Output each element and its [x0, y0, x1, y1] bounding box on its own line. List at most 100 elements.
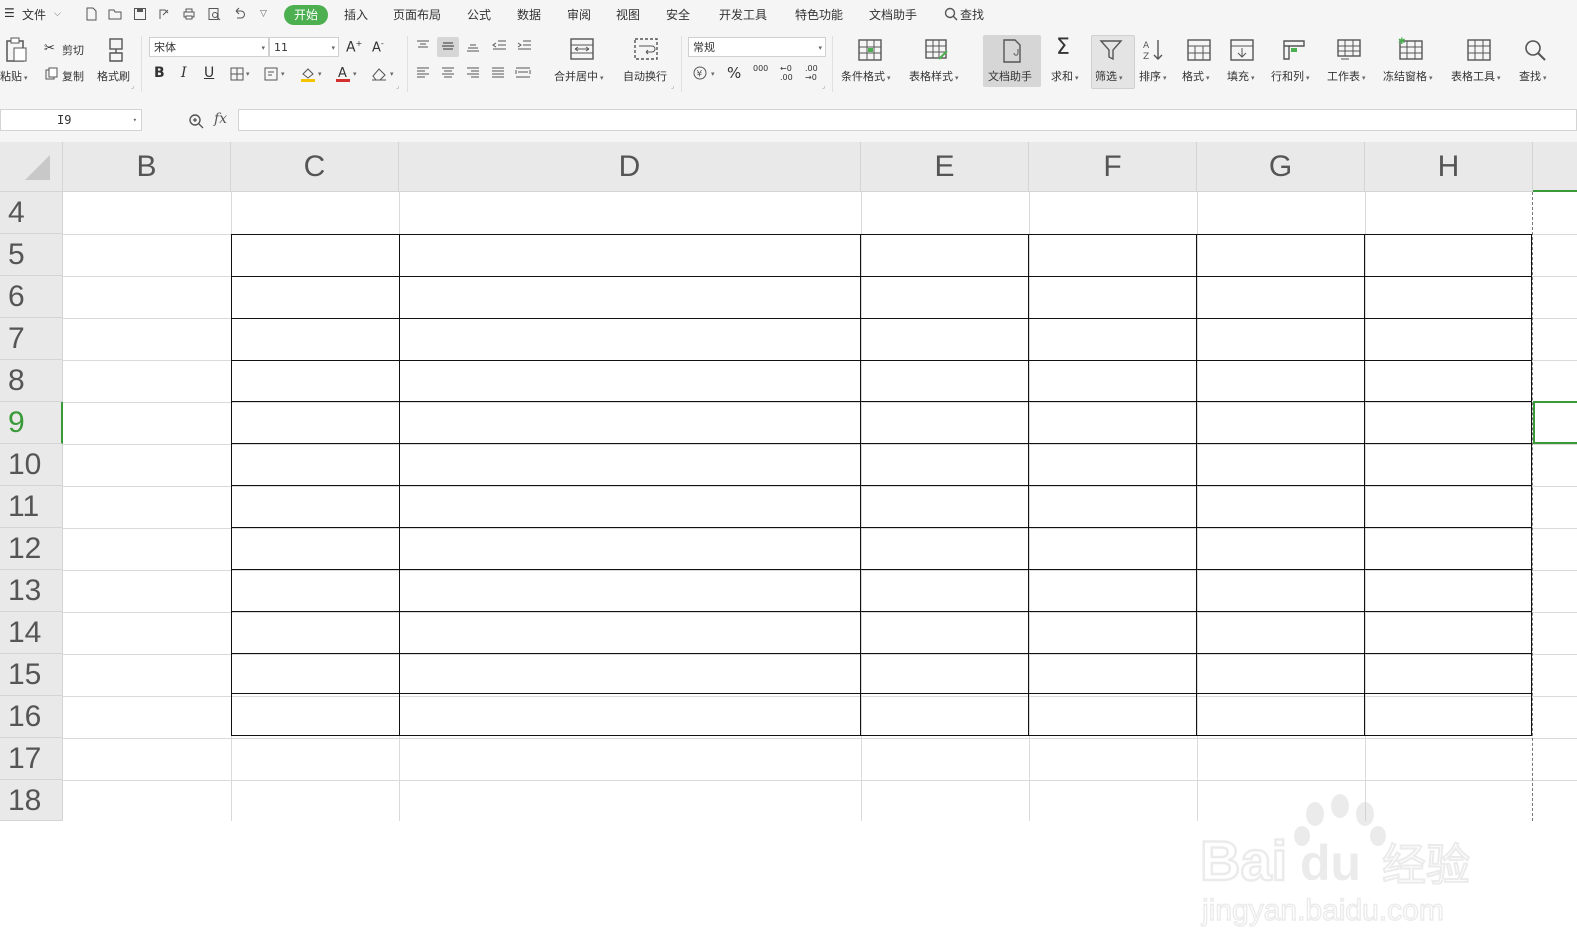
- justify-icon[interactable]: [491, 67, 505, 79]
- row-header[interactable]: 18: [0, 780, 63, 821]
- print-preview-icon[interactable]: [207, 7, 221, 21]
- cell-style-icon[interactable]: [264, 67, 279, 81]
- row-header[interactable]: 5: [0, 234, 63, 276]
- fill-color-icon[interactable]: [300, 66, 316, 82]
- undo-icon[interactable]: [232, 7, 246, 21]
- doc-assistant-button[interactable]: 文档助手: [988, 68, 1032, 84]
- borders-icon[interactable]: [230, 67, 244, 81]
- selected-cell[interactable]: [1533, 401, 1577, 444]
- row-header[interactable]: 15: [0, 654, 63, 696]
- chevron-down-icon[interactable]: ▾: [711, 70, 715, 78]
- format-painter-button[interactable]: 格式刷: [97, 68, 130, 84]
- increase-decimal-button[interactable]: ←0.00: [780, 64, 793, 82]
- row-header[interactable]: 11: [0, 486, 63, 528]
- dialog-launcher-icon[interactable]: ⌟: [822, 82, 825, 90]
- row-header[interactable]: 13: [0, 570, 63, 612]
- column-header-h[interactable]: H: [1365, 142, 1533, 192]
- tab-data[interactable]: 数据: [517, 6, 541, 23]
- eraser-icon[interactable]: [371, 67, 387, 81]
- font-color-icon[interactable]: A: [335, 65, 351, 82]
- zoom-formula-icon[interactable]: [188, 113, 204, 129]
- dialog-launcher-icon[interactable]: ⌟: [131, 82, 134, 90]
- tab-formulas[interactable]: 公式: [467, 6, 491, 23]
- freeze-panes-button[interactable]: 冻结窗格 ▾: [1383, 68, 1433, 84]
- column-header-b[interactable]: B: [63, 142, 231, 192]
- font-name-select[interactable]: 宋体 ▾: [149, 37, 269, 57]
- copy-icon[interactable]: [45, 67, 58, 80]
- row-header[interactable]: 8: [0, 360, 63, 402]
- file-menu[interactable]: 文件: [22, 6, 46, 23]
- column-header-g[interactable]: G: [1197, 142, 1365, 192]
- open-folder-icon[interactable]: [108, 7, 122, 21]
- cut-button[interactable]: 剪切: [62, 42, 84, 58]
- tab-page-layout[interactable]: 页面布局: [393, 6, 441, 23]
- filter-button[interactable]: 筛选 ▾: [1095, 68, 1123, 84]
- merge-center-icon[interactable]: [570, 38, 594, 60]
- bold-button[interactable]: B: [154, 65, 165, 81]
- worksheet-icon[interactable]: [1337, 39, 1361, 61]
- row-header[interactable]: 6: [0, 276, 63, 318]
- new-file-icon[interactable]: [84, 7, 98, 21]
- decrease-font-button[interactable]: A-: [372, 39, 384, 55]
- row-header[interactable]: 16: [0, 696, 63, 738]
- formula-input[interactable]: [238, 109, 1577, 131]
- column-header-d[interactable]: D: [399, 142, 861, 192]
- row-header[interactable]: 4: [0, 192, 63, 234]
- hamburger-icon[interactable]: ☰: [4, 6, 15, 20]
- chevron-down-icon[interactable]: ⌵: [54, 9, 61, 19]
- chevron-down-icon[interactable]: ▾: [318, 70, 322, 78]
- row-header[interactable]: 12: [0, 528, 63, 570]
- row-header[interactable]: 10: [0, 444, 63, 486]
- row-header-selected[interactable]: 9: [0, 402, 63, 444]
- underline-button[interactable]: U: [204, 65, 214, 81]
- row-column-icon[interactable]: [1282, 39, 1306, 61]
- table-tools-icon[interactable]: [1467, 39, 1491, 61]
- tab-home[interactable]: 开始: [284, 5, 328, 25]
- tab-special-features[interactable]: 特色功能: [795, 6, 843, 23]
- increase-indent-icon[interactable]: [517, 40, 531, 52]
- dialog-launcher-icon[interactable]: ⌟: [671, 82, 674, 90]
- increase-font-button[interactable]: A+: [346, 39, 362, 56]
- select-all-corner[interactable]: [0, 142, 63, 192]
- column-header-e[interactable]: E: [861, 142, 1029, 192]
- tab-doc-assistant[interactable]: 文档助手: [869, 6, 917, 23]
- conditional-format-icon[interactable]: [858, 39, 882, 61]
- align-bottom-icon[interactable]: [466, 40, 480, 52]
- print-icon[interactable]: [182, 7, 196, 21]
- merge-center-button[interactable]: 合并居中 ▾: [554, 68, 604, 84]
- save-icon[interactable]: [133, 7, 147, 21]
- sort-button[interactable]: 排序 ▾: [1139, 68, 1167, 84]
- table-tools-button[interactable]: 表格工具 ▾: [1451, 68, 1501, 84]
- column-header-f[interactable]: F: [1029, 142, 1197, 192]
- sigma-icon[interactable]: Σ: [1056, 35, 1070, 60]
- worksheet-button[interactable]: 工作表 ▾: [1327, 68, 1366, 84]
- thousands-separator-button[interactable]: 000: [753, 64, 768, 73]
- search-label[interactable]: 查找: [960, 6, 984, 23]
- chevron-down-icon[interactable]: ▾: [390, 70, 394, 78]
- align-middle-icon[interactable]: [441, 40, 455, 52]
- chevron-down-icon[interactable]: ▾: [281, 70, 285, 78]
- row-header[interactable]: 7: [0, 318, 63, 360]
- align-left-icon[interactable]: [416, 67, 430, 79]
- table-style-icon[interactable]: [925, 39, 949, 61]
- format-icon[interactable]: [1187, 39, 1211, 61]
- row-column-button[interactable]: 行和列 ▾: [1271, 68, 1310, 84]
- filter-icon[interactable]: [1099, 39, 1123, 61]
- row-header[interactable]: 17: [0, 738, 63, 780]
- find-button[interactable]: 查找 ▾: [1519, 68, 1547, 84]
- number-format-select[interactable]: 常规 ▾: [688, 37, 826, 57]
- fill-icon[interactable]: [1230, 39, 1254, 61]
- font-size-select[interactable]: 11 ▾: [269, 37, 339, 57]
- format-button[interactable]: 格式 ▾: [1182, 68, 1210, 84]
- align-right-icon[interactable]: [466, 67, 480, 79]
- tab-review[interactable]: 审阅: [567, 6, 591, 23]
- freeze-panes-icon[interactable]: ✱: [1398, 36, 1424, 61]
- currency-icon[interactable]: ¥: [693, 66, 707, 80]
- align-center-icon[interactable]: [441, 67, 455, 79]
- conditional-format-button[interactable]: 条件格式 ▾: [841, 68, 891, 84]
- fill-button[interactable]: 填充 ▾: [1227, 68, 1255, 84]
- paste-button[interactable]: 粘贴 ▾: [0, 68, 28, 84]
- row-header[interactable]: 14: [0, 612, 63, 654]
- scissors-icon[interactable]: ✂: [44, 41, 55, 56]
- tab-developer[interactable]: 开发工具: [719, 6, 767, 23]
